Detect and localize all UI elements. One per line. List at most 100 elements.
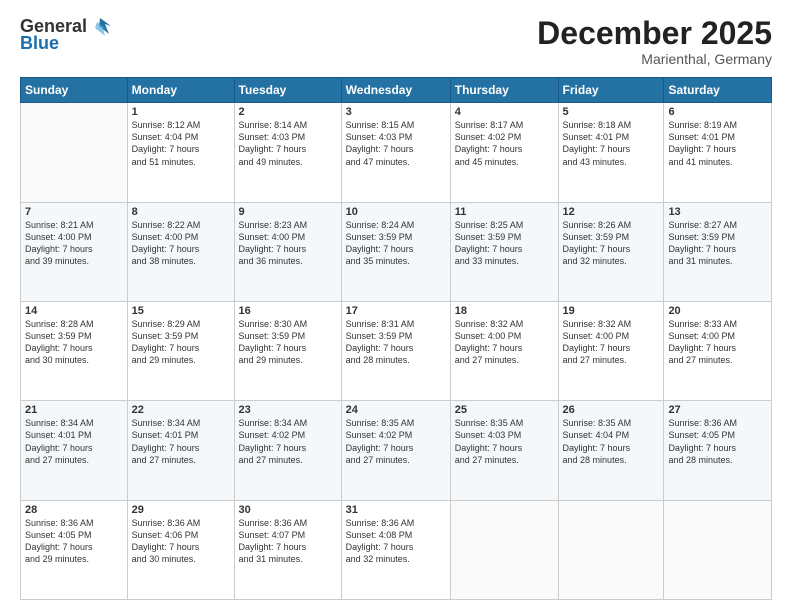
table-row xyxy=(21,103,128,202)
day-info: Sunrise: 8:33 AM Sunset: 4:00 PM Dayligh… xyxy=(668,318,767,367)
day-info: Sunrise: 8:34 AM Sunset: 4:01 PM Dayligh… xyxy=(132,417,230,466)
day-info: Sunrise: 8:32 AM Sunset: 4:00 PM Dayligh… xyxy=(455,318,554,367)
table-row: 14Sunrise: 8:28 AM Sunset: 3:59 PM Dayli… xyxy=(21,301,128,400)
calendar-week-3: 14Sunrise: 8:28 AM Sunset: 3:59 PM Dayli… xyxy=(21,301,772,400)
day-info: Sunrise: 8:32 AM Sunset: 4:00 PM Dayligh… xyxy=(563,318,660,367)
day-info: Sunrise: 8:35 AM Sunset: 4:04 PM Dayligh… xyxy=(563,417,660,466)
day-info: Sunrise: 8:36 AM Sunset: 4:08 PM Dayligh… xyxy=(346,517,446,566)
day-number: 26 xyxy=(563,404,660,416)
table-row xyxy=(558,500,664,599)
col-thursday: Thursday xyxy=(450,78,558,103)
calendar-week-1: 1Sunrise: 8:12 AM Sunset: 4:04 PM Daylig… xyxy=(21,103,772,202)
day-number: 15 xyxy=(132,305,230,317)
day-number: 3 xyxy=(346,106,446,118)
day-number: 6 xyxy=(668,106,767,118)
month-title: December 2025 xyxy=(537,16,772,51)
day-info: Sunrise: 8:19 AM Sunset: 4:01 PM Dayligh… xyxy=(668,119,767,168)
calendar-week-5: 28Sunrise: 8:36 AM Sunset: 4:05 PM Dayli… xyxy=(21,500,772,599)
header: General Blue December 2025 Marienthal, G… xyxy=(20,16,772,67)
day-number: 16 xyxy=(239,305,337,317)
day-number: 18 xyxy=(455,305,554,317)
day-number: 2 xyxy=(239,106,337,118)
table-row xyxy=(450,500,558,599)
table-row: 4Sunrise: 8:17 AM Sunset: 4:02 PM Daylig… xyxy=(450,103,558,202)
day-number: 30 xyxy=(239,504,337,516)
day-number: 12 xyxy=(563,206,660,218)
day-info: Sunrise: 8:30 AM Sunset: 3:59 PM Dayligh… xyxy=(239,318,337,367)
calendar-header-row: Sunday Monday Tuesday Wednesday Thursday… xyxy=(21,78,772,103)
day-info: Sunrise: 8:27 AM Sunset: 3:59 PM Dayligh… xyxy=(668,219,767,268)
table-row: 19Sunrise: 8:32 AM Sunset: 4:00 PM Dayli… xyxy=(558,301,664,400)
day-number: 24 xyxy=(346,404,446,416)
table-row: 11Sunrise: 8:25 AM Sunset: 3:59 PM Dayli… xyxy=(450,202,558,301)
day-info: Sunrise: 8:22 AM Sunset: 4:00 PM Dayligh… xyxy=(132,219,230,268)
day-number: 5 xyxy=(563,106,660,118)
day-number: 17 xyxy=(346,305,446,317)
day-info: Sunrise: 8:14 AM Sunset: 4:03 PM Dayligh… xyxy=(239,119,337,168)
table-row: 15Sunrise: 8:29 AM Sunset: 3:59 PM Dayli… xyxy=(127,301,234,400)
table-row: 13Sunrise: 8:27 AM Sunset: 3:59 PM Dayli… xyxy=(664,202,772,301)
day-number: 27 xyxy=(668,404,767,416)
table-row: 25Sunrise: 8:35 AM Sunset: 4:03 PM Dayli… xyxy=(450,401,558,500)
day-info: Sunrise: 8:34 AM Sunset: 4:02 PM Dayligh… xyxy=(239,417,337,466)
table-row: 18Sunrise: 8:32 AM Sunset: 4:00 PM Dayli… xyxy=(450,301,558,400)
col-friday: Friday xyxy=(558,78,664,103)
day-number: 25 xyxy=(455,404,554,416)
col-saturday: Saturday xyxy=(664,78,772,103)
col-sunday: Sunday xyxy=(21,78,128,103)
table-row: 5Sunrise: 8:18 AM Sunset: 4:01 PM Daylig… xyxy=(558,103,664,202)
day-info: Sunrise: 8:31 AM Sunset: 3:59 PM Dayligh… xyxy=(346,318,446,367)
page: General Blue December 2025 Marienthal, G… xyxy=(0,0,792,612)
day-info: Sunrise: 8:23 AM Sunset: 4:00 PM Dayligh… xyxy=(239,219,337,268)
day-info: Sunrise: 8:12 AM Sunset: 4:04 PM Dayligh… xyxy=(132,119,230,168)
table-row: 7Sunrise: 8:21 AM Sunset: 4:00 PM Daylig… xyxy=(21,202,128,301)
day-info: Sunrise: 8:24 AM Sunset: 3:59 PM Dayligh… xyxy=(346,219,446,268)
day-info: Sunrise: 8:21 AM Sunset: 4:00 PM Dayligh… xyxy=(25,219,123,268)
title-block: December 2025 Marienthal, Germany xyxy=(537,16,772,67)
day-info: Sunrise: 8:36 AM Sunset: 4:07 PM Dayligh… xyxy=(239,517,337,566)
table-row xyxy=(664,500,772,599)
day-number: 29 xyxy=(132,504,230,516)
day-number: 21 xyxy=(25,404,123,416)
day-info: Sunrise: 8:36 AM Sunset: 4:05 PM Dayligh… xyxy=(668,417,767,466)
table-row: 2Sunrise: 8:14 AM Sunset: 4:03 PM Daylig… xyxy=(234,103,341,202)
location-subtitle: Marienthal, Germany xyxy=(537,51,772,67)
day-info: Sunrise: 8:17 AM Sunset: 4:02 PM Dayligh… xyxy=(455,119,554,168)
day-info: Sunrise: 8:18 AM Sunset: 4:01 PM Dayligh… xyxy=(563,119,660,168)
day-number: 4 xyxy=(455,106,554,118)
day-info: Sunrise: 8:35 AM Sunset: 4:02 PM Dayligh… xyxy=(346,417,446,466)
day-number: 31 xyxy=(346,504,446,516)
logo: General Blue xyxy=(20,16,111,52)
table-row: 30Sunrise: 8:36 AM Sunset: 4:07 PM Dayli… xyxy=(234,500,341,599)
day-info: Sunrise: 8:26 AM Sunset: 3:59 PM Dayligh… xyxy=(563,219,660,268)
table-row: 22Sunrise: 8:34 AM Sunset: 4:01 PM Dayli… xyxy=(127,401,234,500)
table-row: 3Sunrise: 8:15 AM Sunset: 4:03 PM Daylig… xyxy=(341,103,450,202)
day-info: Sunrise: 8:36 AM Sunset: 4:06 PM Dayligh… xyxy=(132,517,230,566)
calendar-week-4: 21Sunrise: 8:34 AM Sunset: 4:01 PM Dayli… xyxy=(21,401,772,500)
table-row: 26Sunrise: 8:35 AM Sunset: 4:04 PM Dayli… xyxy=(558,401,664,500)
day-info: Sunrise: 8:35 AM Sunset: 4:03 PM Dayligh… xyxy=(455,417,554,466)
table-row: 16Sunrise: 8:30 AM Sunset: 3:59 PM Dayli… xyxy=(234,301,341,400)
day-number: 1 xyxy=(132,106,230,118)
day-number: 19 xyxy=(563,305,660,317)
table-row: 6Sunrise: 8:19 AM Sunset: 4:01 PM Daylig… xyxy=(664,103,772,202)
day-info: Sunrise: 8:29 AM Sunset: 3:59 PM Dayligh… xyxy=(132,318,230,367)
day-number: 8 xyxy=(132,206,230,218)
day-number: 11 xyxy=(455,206,554,218)
col-monday: Monday xyxy=(127,78,234,103)
table-row: 17Sunrise: 8:31 AM Sunset: 3:59 PM Dayli… xyxy=(341,301,450,400)
day-number: 13 xyxy=(668,206,767,218)
table-row: 1Sunrise: 8:12 AM Sunset: 4:04 PM Daylig… xyxy=(127,103,234,202)
day-number: 7 xyxy=(25,206,123,218)
table-row: 27Sunrise: 8:36 AM Sunset: 4:05 PM Dayli… xyxy=(664,401,772,500)
day-number: 28 xyxy=(25,504,123,516)
day-info: Sunrise: 8:36 AM Sunset: 4:05 PM Dayligh… xyxy=(25,517,123,566)
table-row: 24Sunrise: 8:35 AM Sunset: 4:02 PM Dayli… xyxy=(341,401,450,500)
day-info: Sunrise: 8:34 AM Sunset: 4:01 PM Dayligh… xyxy=(25,417,123,466)
table-row: 9Sunrise: 8:23 AM Sunset: 4:00 PM Daylig… xyxy=(234,202,341,301)
day-info: Sunrise: 8:25 AM Sunset: 3:59 PM Dayligh… xyxy=(455,219,554,268)
table-row: 28Sunrise: 8:36 AM Sunset: 4:05 PM Dayli… xyxy=(21,500,128,599)
table-row: 21Sunrise: 8:34 AM Sunset: 4:01 PM Dayli… xyxy=(21,401,128,500)
table-row: 29Sunrise: 8:36 AM Sunset: 4:06 PM Dayli… xyxy=(127,500,234,599)
day-number: 10 xyxy=(346,206,446,218)
